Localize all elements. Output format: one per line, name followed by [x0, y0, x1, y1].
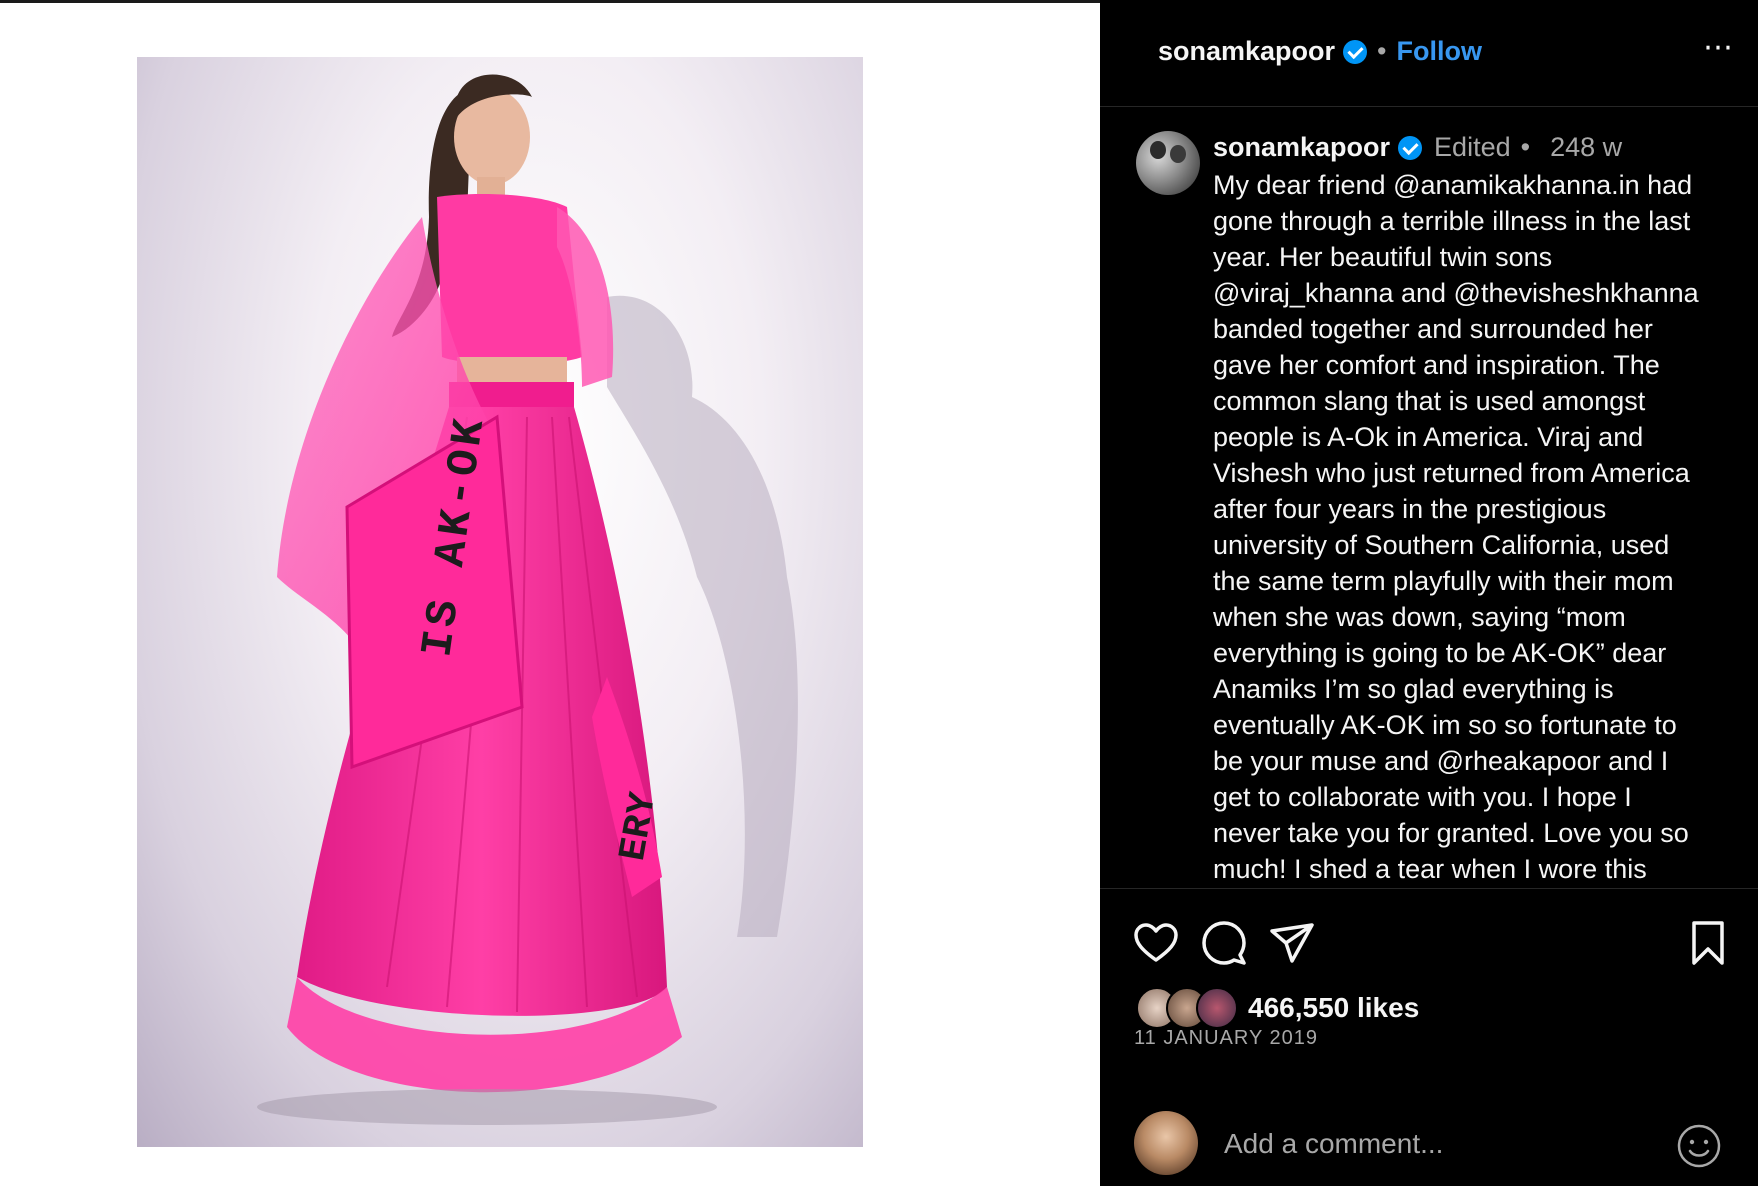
emoji-icon[interactable]	[1676, 1123, 1722, 1169]
likes-row: 466,550 likes	[1136, 987, 1419, 1029]
caption-text: My dear friend @anamikakhanna.in had gon…	[1213, 170, 1699, 884]
more-options-icon[interactable]: ⋯	[1703, 33, 1734, 63]
verified-badge-icon	[1343, 39, 1368, 64]
comment-icon[interactable]	[1200, 919, 1248, 967]
post-actions-section: 466,550 likes 11 JANUARY 2019	[1100, 888, 1758, 1187]
header-separator: •	[1377, 36, 1387, 66]
post-date[interactable]: 11 JANUARY 2019	[1134, 1027, 1318, 1050]
likes-count[interactable]: 466,550 likes	[1248, 992, 1419, 1024]
caption-avatar[interactable]	[1136, 131, 1200, 195]
caption-edited-label: Edited	[1434, 132, 1511, 162]
liker-avatar[interactable]	[1196, 987, 1238, 1029]
caption-separator: •	[1520, 132, 1531, 162]
post-side-panel: sonamkapoor • Follow ⋯ sonamkapoor Edite…	[1100, 0, 1758, 1186]
caption-username[interactable]: sonamkapoor	[1213, 132, 1390, 163]
post-photo-illustration	[257, 74, 798, 1125]
caption-meta: sonamkapoor Edited • 248 w	[1213, 132, 1622, 163]
header-user: sonamkapoor • Follow	[1158, 36, 1482, 67]
post-photo[interactable]: IS AK-OK ERY	[137, 57, 863, 1147]
bookmark-icon[interactable]	[1684, 919, 1732, 967]
header-username[interactable]: sonamkapoor	[1158, 36, 1335, 67]
comment-row	[1100, 1099, 1758, 1187]
post-media-area: IS AK-OK ERY	[0, 3, 1100, 1186]
post-header: sonamkapoor • Follow ⋯	[1100, 0, 1758, 107]
follow-button[interactable]: Follow	[1397, 36, 1482, 67]
heart-icon[interactable]	[1132, 919, 1180, 967]
current-user-avatar	[1134, 1111, 1198, 1175]
share-icon[interactable]	[1268, 919, 1316, 967]
comment-input[interactable]	[1222, 1123, 1646, 1165]
caption-section: sonamkapoor Edited • 248 w My dear frien…	[1100, 107, 1758, 887]
verified-badge-icon	[1398, 135, 1423, 160]
caption-timestamp[interactable]: 248 w	[1550, 132, 1622, 163]
